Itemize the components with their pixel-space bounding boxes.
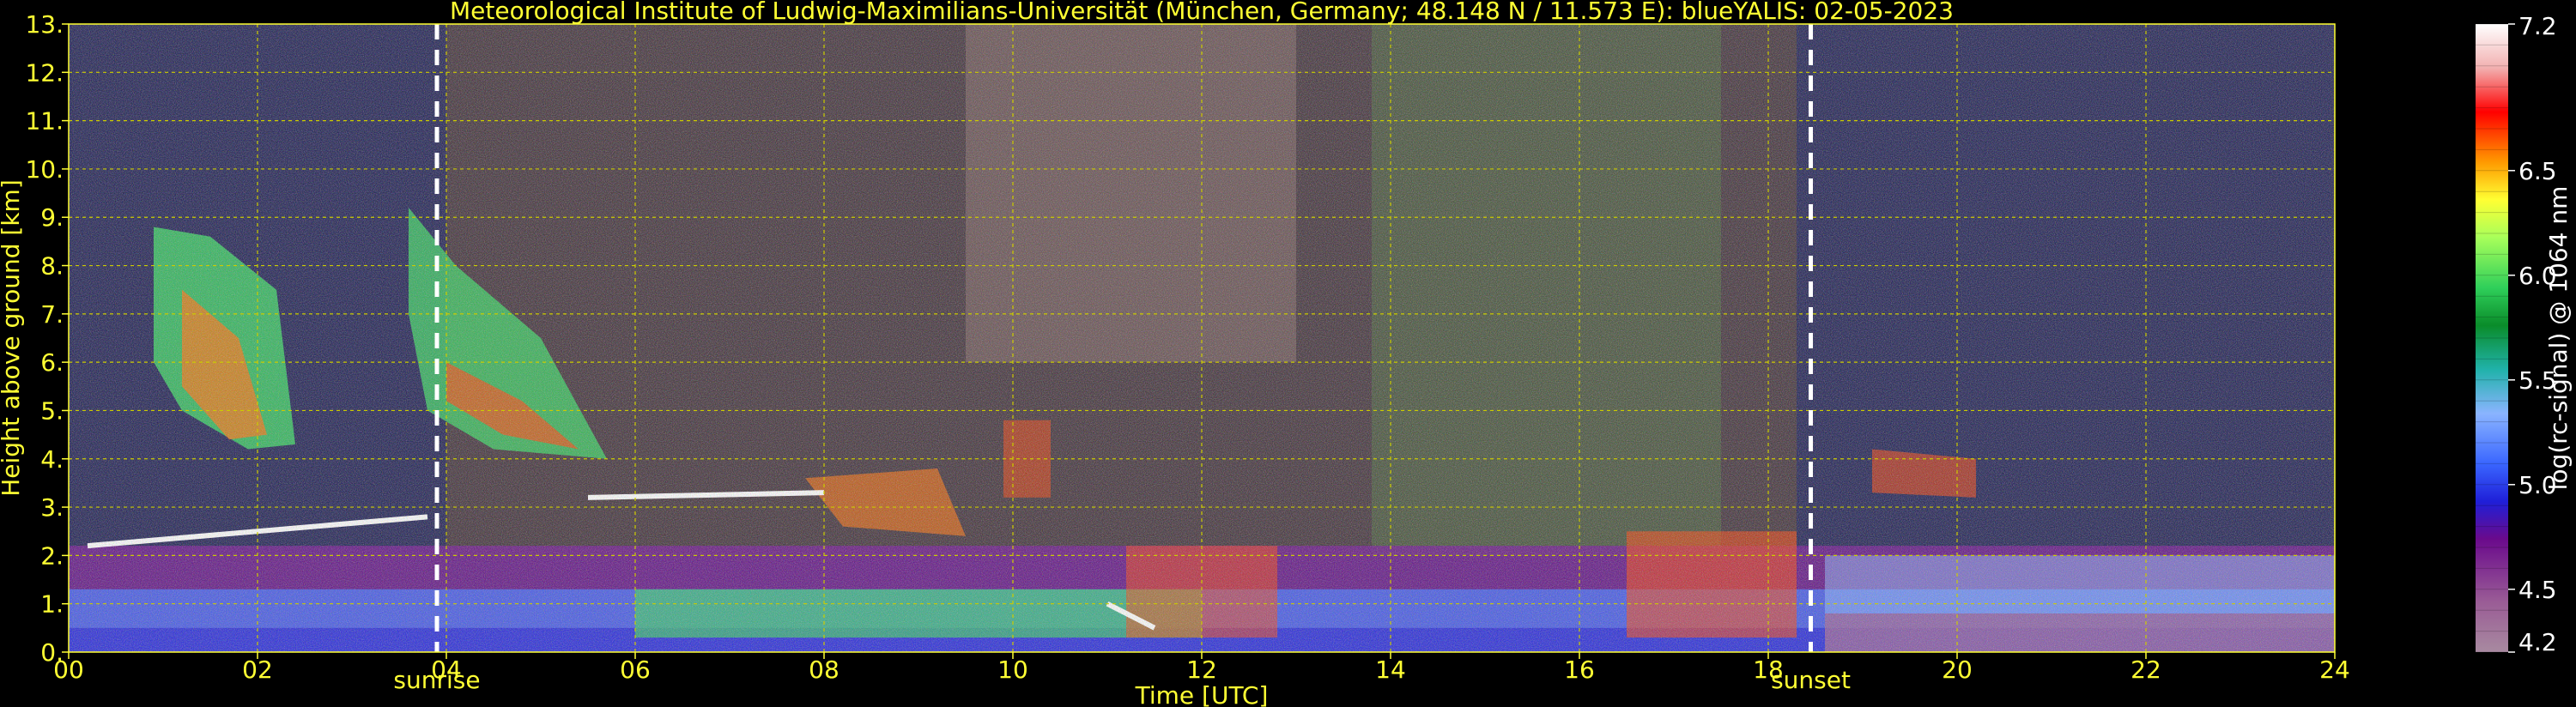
y-tick-label: 1. xyxy=(40,590,64,619)
y-tick-label: 3. xyxy=(40,493,64,522)
chart-title: Meteorological Institute of Ludwig-Maxim… xyxy=(450,0,1954,25)
colorbar-tick-label: 4.2 xyxy=(2518,628,2557,656)
y-tick-label: 4. xyxy=(40,445,64,474)
lidar-chart: Meteorological Institute of Ludwig-Maxim… xyxy=(0,0,2573,707)
x-tick-label: 08 xyxy=(809,656,839,684)
x-tick-label: 22 xyxy=(2131,656,2161,684)
x-tick-label: 12 xyxy=(1186,656,1217,684)
x-tick-label: 14 xyxy=(1375,656,1406,684)
y-tick-label: 9. xyxy=(40,203,64,232)
x-tick-label: 04 xyxy=(431,656,462,684)
y-tick-label: 6. xyxy=(40,348,64,377)
colorbar-tick-label: 4.5 xyxy=(2518,576,2557,604)
y-tick-label: 13. xyxy=(25,10,64,39)
y-tick-label: 10. xyxy=(25,155,64,184)
colorbar-label: log(rc-signal) @ 1064 nm xyxy=(2544,186,2573,491)
x-axis-label: Time [UTC] xyxy=(1135,681,1269,707)
y-tick-label: 11. xyxy=(25,107,64,136)
y-axis-label: Height above ground [km] xyxy=(0,179,25,497)
y-tick-label: 12. xyxy=(25,58,64,87)
colorbar-tick-label: 6.5 xyxy=(2518,157,2557,185)
x-tick-label: 06 xyxy=(620,656,651,684)
colorbar-tick-label: 7.2 xyxy=(2518,12,2557,40)
x-tick-label: 02 xyxy=(242,656,273,684)
x-tick-label: 24 xyxy=(2319,656,2350,684)
noise-texture xyxy=(69,24,2335,652)
x-tick-label: 20 xyxy=(1942,656,1973,684)
colorbar: 4.24.55.05.56.06.57.2 log(rc-signal) @ 1… xyxy=(2476,12,2573,656)
plot-area xyxy=(69,24,2335,652)
y-tick-label: 0. xyxy=(40,638,64,667)
x-tick-label: 10 xyxy=(997,656,1028,684)
y-tick-label: 2. xyxy=(40,541,64,570)
y-axis: 0. 1. 2. 3. 4. 5. 6. 7. 8. 9. 10. 11. 12. 13. xyxy=(25,10,69,667)
x-tick-label: 16 xyxy=(1564,656,1595,684)
x-tick-label: 18 xyxy=(1753,656,1784,684)
y-tick-label: 5. xyxy=(40,396,64,425)
y-tick-label: 7. xyxy=(40,300,64,329)
y-tick-label: 8. xyxy=(40,252,64,281)
